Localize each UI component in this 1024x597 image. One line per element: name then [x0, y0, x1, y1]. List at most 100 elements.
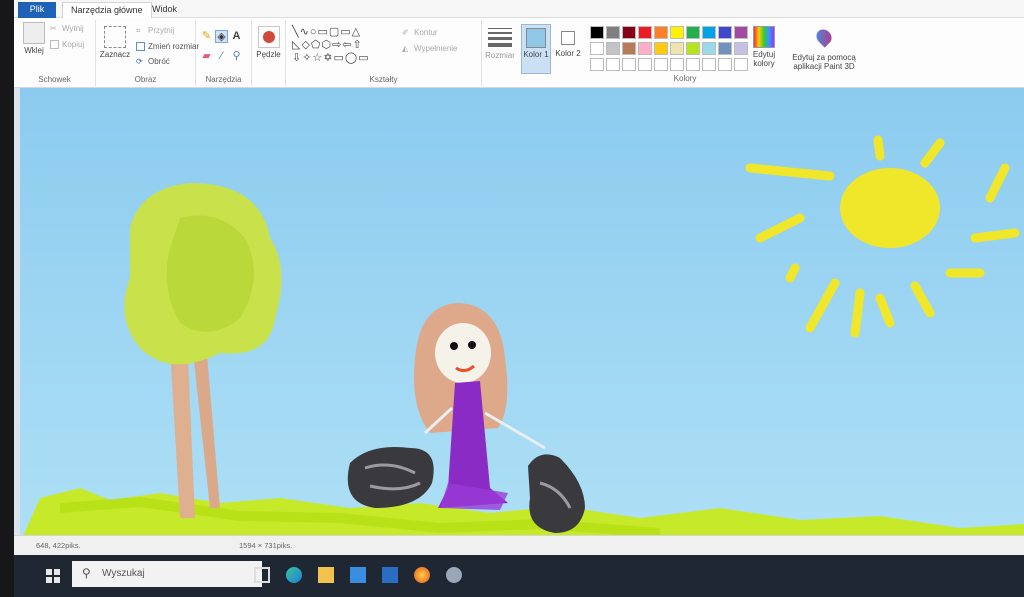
- palette-swatch[interactable]: [686, 42, 700, 55]
- palette-swatch[interactable]: [590, 42, 604, 55]
- color2-button[interactable]: Kolor 2: [554, 24, 582, 74]
- color1-label: Kolor 1: [523, 50, 549, 59]
- palette-swatch[interactable]: [686, 26, 700, 39]
- palette-swatch[interactable]: [734, 26, 748, 39]
- paste-button[interactable]: Wklej: [20, 22, 48, 55]
- tab-home[interactable]: Narzędzia główne: [62, 2, 152, 18]
- pencil-icon[interactable]: ✎: [200, 30, 213, 43]
- custom-color-slot[interactable]: [654, 58, 668, 71]
- cut-button[interactable]: ✂ Wytnij: [50, 24, 84, 33]
- outline-dropdown[interactable]: ✐ Kontur: [402, 28, 438, 37]
- edit-colors-button[interactable]: Edytuj kolory: [748, 26, 780, 68]
- palette-swatch[interactable]: [718, 26, 732, 39]
- ribbon-tabs: Plik Narzędzia główne Widok: [14, 0, 1024, 18]
- paint3d-icon: [813, 26, 835, 51]
- brushes-label: Pędzle: [256, 50, 281, 59]
- palette-swatch[interactable]: [670, 26, 684, 39]
- custom-color-slot[interactable]: [686, 58, 700, 71]
- color-picker-icon[interactable]: ⁄: [215, 50, 228, 63]
- outline-label: Kontur: [414, 28, 438, 37]
- brushes-group[interactable]: Pędzle: [252, 20, 286, 86]
- palette-swatch[interactable]: [734, 42, 748, 55]
- resize-icon: [136, 42, 145, 51]
- tools-group-label: Narzędzia: [205, 75, 242, 84]
- search-placeholder: Wyszukaj: [102, 568, 145, 579]
- palette-swatch[interactable]: [702, 26, 716, 39]
- rotate-button[interactable]: ⟳ Obróć: [136, 57, 170, 66]
- windows-start-icon[interactable]: [46, 569, 60, 583]
- paint-app-icon[interactable]: [446, 567, 462, 583]
- line-size-icon: [488, 28, 512, 47]
- palette-swatch[interactable]: [590, 26, 604, 39]
- custom-color-slot[interactable]: [734, 58, 748, 71]
- rotate-label: Obróć: [148, 57, 170, 66]
- girl-left-eye: [450, 342, 458, 350]
- fill-bucket-icon[interactable]: ◈: [215, 30, 228, 43]
- canvas-size: 1594 × 731piks.: [239, 541, 293, 550]
- edge-browser-icon[interactable]: [286, 567, 302, 583]
- crop-button[interactable]: ⌗ Przytnij: [136, 26, 174, 35]
- taskbar: ⚲ Wyszukaj: [14, 555, 1024, 597]
- copy-icon: [50, 40, 59, 49]
- taskbar-search-box[interactable]: ⚲ Wyszukaj: [72, 561, 262, 587]
- palette-swatch[interactable]: [606, 42, 620, 55]
- clipboard-group: Wklej ✂ Wytnij Kopiuj Schowek: [14, 20, 96, 86]
- store-icon[interactable]: [350, 567, 366, 583]
- paste-label: Wklej: [24, 46, 44, 55]
- palette-swatch[interactable]: [606, 26, 620, 39]
- palette-swatch[interactable]: [622, 26, 636, 39]
- custom-color-slot[interactable]: [606, 58, 620, 71]
- brush-icon: [257, 26, 280, 48]
- file-explorer-icon[interactable]: [318, 567, 334, 583]
- palette-swatch[interactable]: [622, 42, 636, 55]
- custom-color-slot[interactable]: [702, 58, 716, 71]
- custom-color-slot[interactable]: [718, 58, 732, 71]
- size-label: Rozmiar: [485, 51, 515, 60]
- colors-group-label: Kolory: [673, 74, 697, 83]
- custom-color-slot[interactable]: [670, 58, 684, 71]
- palette-swatch[interactable]: [638, 42, 652, 55]
- image-group-label: Obraz: [134, 75, 157, 84]
- color1-button[interactable]: Kolor 1: [521, 24, 551, 74]
- size-dropdown[interactable]: Rozmiar: [482, 20, 518, 86]
- magnifier-icon[interactable]: ⚲: [230, 50, 243, 63]
- girl-face: [435, 323, 491, 383]
- girl-right-eye: [468, 341, 476, 349]
- clipboard-icon: [23, 22, 45, 44]
- firefox-icon[interactable]: [414, 567, 430, 583]
- palette-swatch[interactable]: [670, 42, 684, 55]
- palette-swatch[interactable]: [638, 26, 652, 39]
- resize-label: Zmień rozmiar: [148, 42, 200, 51]
- select-label: Zaznacz: [99, 50, 131, 59]
- tab-file[interactable]: Plik: [18, 2, 56, 18]
- custom-color-slot[interactable]: [638, 58, 652, 71]
- mail-icon[interactable]: [382, 567, 398, 583]
- copy-label: Kopiuj: [62, 40, 85, 49]
- sun: [840, 168, 940, 248]
- eraser-icon[interactable]: ▰: [200, 50, 213, 63]
- resize-button[interactable]: Zmień rozmiar: [136, 42, 199, 51]
- clipboard-group-label: Schowek: [38, 75, 71, 84]
- crop-icon: ⌗: [136, 26, 141, 35]
- cursor-position: 648, 422piks.: [36, 541, 81, 550]
- text-tool-icon[interactable]: A: [230, 30, 243, 43]
- custom-color-slot[interactable]: [590, 58, 604, 71]
- palette-swatch[interactable]: [702, 42, 716, 55]
- palette-swatch[interactable]: [718, 42, 732, 55]
- tools-group: ✎ ◈ A ▰ ⁄ ⚲ Narzędzia: [196, 20, 252, 86]
- image-group: Zaznacz ⌗ Przytnij Zmień rozmiar ⟳ Obróć…: [96, 20, 199, 86]
- color2-label: Kolor 2: [555, 49, 581, 58]
- custom-color-slot[interactable]: [622, 58, 636, 71]
- select-button[interactable]: Zaznacz: [98, 26, 132, 59]
- task-view-icon[interactable]: [254, 567, 270, 583]
- palette-swatch[interactable]: [654, 26, 668, 39]
- palette-swatch[interactable]: [654, 42, 668, 55]
- copy-button[interactable]: Kopiuj: [50, 40, 84, 49]
- shapes-gallery[interactable]: ╲∿○▭▢▭△ ◺◇⬠⬡⇨⇦⇧ ⇩✧☆✡▭◯▭: [292, 26, 392, 66]
- tab-view[interactable]: Widok: [144, 2, 185, 18]
- paint3d-button[interactable]: Edytuj za pomocą aplikacji Paint 3D: [786, 26, 862, 71]
- drawing-canvas[interactable]: [20, 88, 1024, 543]
- color2-swatch: [561, 31, 575, 45]
- fill-dropdown[interactable]: ◭ Wypełnienie: [402, 44, 458, 53]
- shapes-group: ╲∿○▭▢▭△ ◺◇⬠⬡⇨⇦⇧ ⇩✧☆✡▭◯▭ ✐ Kontur ◭ Wypełni…: [286, 20, 482, 86]
